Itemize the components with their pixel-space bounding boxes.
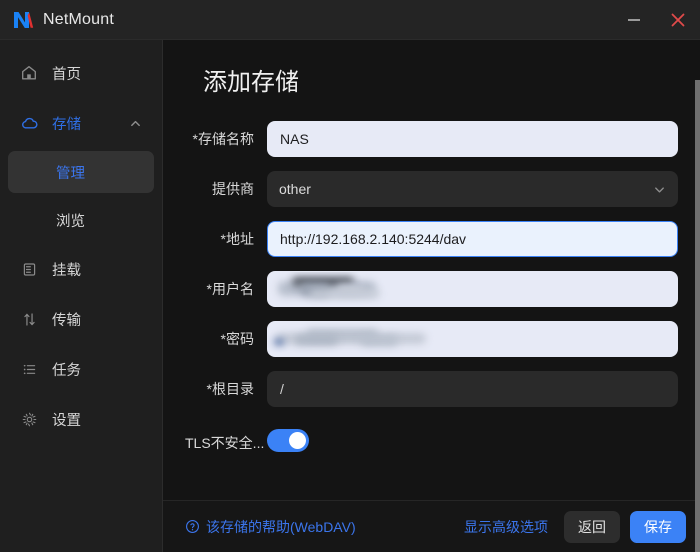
address-value: http://192.168.2.140:5244/dav [280,231,467,247]
main-panel: 添加存储 *存储名称 NAS 提供商 other *地址 http://192.… [163,40,700,552]
storage-help-label: 该存储的帮助(WebDAV) [206,518,356,535]
close-button[interactable] [656,0,700,40]
username-input[interactable] [267,271,678,307]
sidebar-item-mount[interactable]: 挂载 [8,247,154,291]
minimize-icon [628,19,640,21]
storage-name-input[interactable]: NAS [267,121,678,157]
sidebar-item-label: 挂载 [52,262,81,279]
sidebar-item-label: 管理 [56,165,85,182]
sidebar: 首页 存储 管理 浏览 挂载 传输 任务 设置 [0,40,163,552]
chevron-up-icon[interactable] [129,117,142,130]
root-directory-input[interactable]: / [267,371,678,407]
back-button[interactable]: 返回 [564,510,620,543]
sidebar-item-label: 存储 [52,116,81,133]
home-icon [18,62,40,84]
field-label-password: *密码 [220,331,254,347]
cloud-icon [18,112,40,134]
field-row-username: *用户名 [185,271,678,307]
save-button[interactable]: 保存 [630,510,686,543]
field-row-tls-insecure: TLS不安全... [185,425,678,461]
gear-icon [18,408,40,430]
sidebar-item-label: 首页 [52,66,81,83]
title-bar: NetMount [0,0,700,40]
sidebar-item-storage[interactable]: 存储 [8,101,154,145]
field-row-provider: 提供商 other [185,171,678,207]
field-row-address: *地址 http://192.168.2.140:5244/dav [185,221,678,257]
sidebar-item-settings[interactable]: 设置 [8,397,154,441]
sidebar-item-label: 设置 [52,412,81,429]
close-icon [671,13,685,27]
sidebar-item-label: 任务 [52,362,81,379]
address-input[interactable]: http://192.168.2.140:5244/dav [267,221,678,257]
sidebar-item-browse[interactable]: 浏览 [8,199,154,241]
field-label-storage-name: *存储名称 [192,131,254,147]
list-icon [18,358,40,380]
toggle-knob [289,432,306,449]
field-label-provider: 提供商 [212,181,254,197]
question-circle-icon [185,519,200,534]
right-scrollbar[interactable] [695,80,700,552]
minimize-button[interactable] [612,0,656,40]
netmount-logo-icon [10,7,36,33]
field-label-tls-insecure: TLS不安全... [185,435,265,451]
field-row-storage-name: *存储名称 NAS [185,121,678,157]
transfer-icon [18,308,40,330]
window-title: NetMount [43,10,114,28]
sidebar-item-transfer[interactable]: 传输 [8,297,154,341]
add-storage-form: 添加存储 *存储名称 NAS 提供商 other *地址 http://192.… [163,40,700,500]
server-icon [18,258,40,280]
provider-value: other [279,181,311,197]
field-label-root-directory: *根目录 [206,381,254,397]
show-advanced-options-link[interactable]: 显示高级选项 [464,517,548,537]
field-row-root-directory: *根目录 / [185,371,678,407]
sidebar-item-tasks[interactable]: 任务 [8,347,154,391]
chevron-down-icon [653,183,666,196]
password-input[interactable] [267,321,678,357]
sidebar-item-manage[interactable]: 管理 [8,151,154,193]
field-row-password: *密码 [185,321,678,357]
page-title: 添加存储 [203,69,299,96]
netmount-window: NetMount 首页 存储 管理 浏览 挂载 传输 任务 设置 添加存储 *存… [0,0,700,552]
tls-insecure-toggle[interactable] [267,429,309,452]
sidebar-item-label: 浏览 [56,213,85,230]
storage-help-link[interactable]: 该存储的帮助(WebDAV) [185,517,356,537]
field-label-username: *用户名 [206,281,254,297]
form-footer: 该存储的帮助(WebDAV) 显示高级选项 返回 保存 [163,500,700,552]
field-label-address: *地址 [220,231,254,247]
window-body: 首页 存储 管理 浏览 挂载 传输 任务 设置 添加存储 *存储名称 NAS 提… [0,40,700,552]
root-directory-value: / [280,381,284,397]
window-controls [612,0,700,40]
sidebar-item-home[interactable]: 首页 [8,51,154,95]
provider-select[interactable]: other [267,171,678,207]
storage-name-value: NAS [280,131,309,147]
sidebar-item-label: 传输 [52,312,81,329]
